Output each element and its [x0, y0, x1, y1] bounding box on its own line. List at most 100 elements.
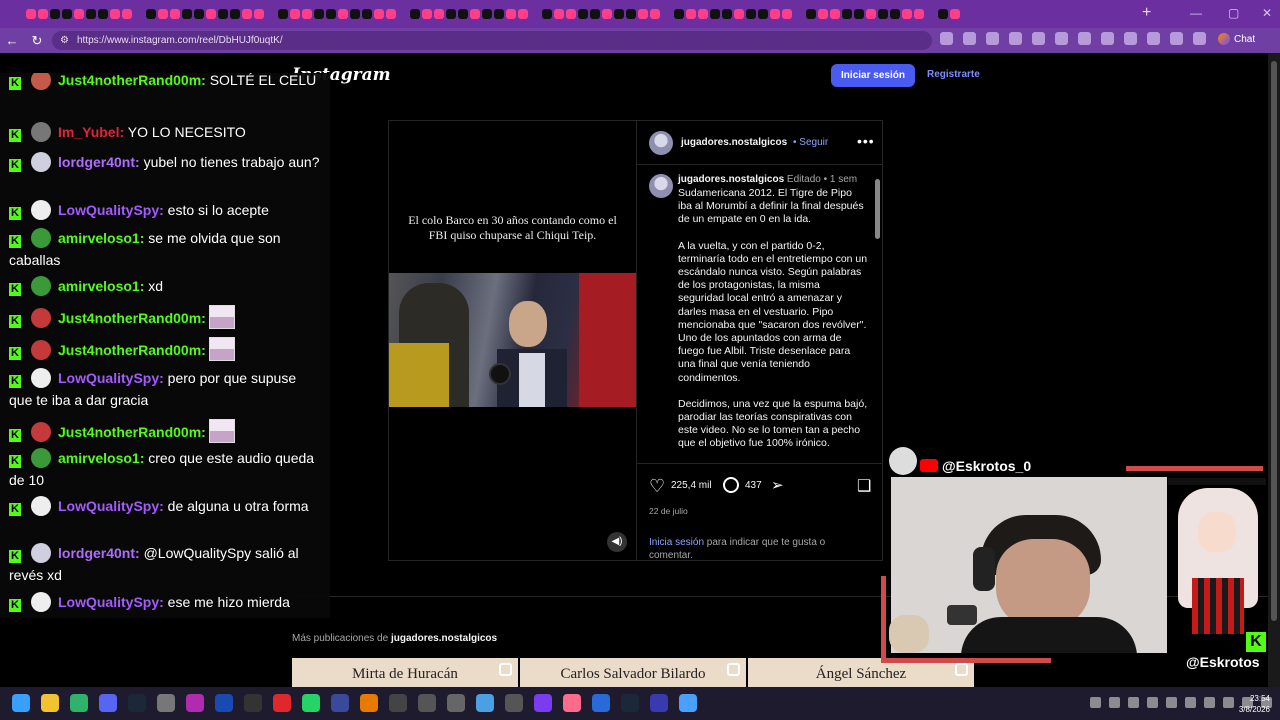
tab-favicon-icon[interactable]	[338, 9, 348, 19]
tab-favicon-icon[interactable]	[290, 9, 300, 19]
chat-username[interactable]: LowQualitySpy:	[58, 594, 164, 610]
tab-favicon-icon[interactable]	[122, 9, 132, 19]
taskbar-app-icon[interactable]	[331, 694, 349, 712]
favorites-icon[interactable]	[1101, 32, 1114, 45]
tab-favicon-icon[interactable]	[878, 9, 888, 19]
tab-favicon-icon[interactable]	[194, 9, 204, 19]
tab-favicon-icon[interactable]	[890, 9, 900, 19]
tab-favicon-icon[interactable]	[614, 9, 624, 19]
tab-favicon-icon[interactable]	[302, 9, 312, 19]
copilot-chat-button[interactable]: Chat	[1218, 33, 1255, 45]
tray-app-icon[interactable]	[1147, 697, 1158, 708]
taskbar-app-icon[interactable]	[447, 694, 465, 712]
tab-favicon-icon[interactable]	[50, 9, 60, 19]
tab-favicon-icon[interactable]	[182, 9, 192, 19]
chat-username[interactable]: lordger40nt:	[58, 154, 140, 170]
tab-favicon-icon[interactable]	[146, 9, 156, 19]
taskbar-app-icon[interactable]	[99, 694, 117, 712]
taskbar-app-icon[interactable]	[273, 694, 291, 712]
author-name[interactable]: jugadores.nostalgicos	[681, 137, 787, 148]
chat-username[interactable]: amirveloso1:	[58, 450, 144, 466]
taskbar-app-icon[interactable]	[244, 694, 262, 712]
tab-favicon-icon[interactable]	[590, 9, 600, 19]
chat-username[interactable]: LowQualitySpy:	[58, 370, 164, 386]
tab-favicon-icon[interactable]	[902, 9, 912, 19]
extension-icon[interactable]	[1009, 32, 1022, 45]
taskbar-app-icon[interactable]	[650, 694, 668, 712]
profile-avatar[interactable]	[1170, 32, 1183, 45]
tab-favicon-icon[interactable]	[374, 9, 384, 19]
post-thumbnail[interactable]: Carlos Salvador Bilardo	[520, 658, 746, 687]
tab-favicon-icon[interactable]	[350, 9, 360, 19]
tab-favicon-icon[interactable]	[482, 9, 492, 19]
tab-favicon-icon[interactable]	[446, 9, 456, 19]
caption-author[interactable]: jugadores.nostalgicos	[678, 174, 784, 185]
tab-favicon-icon[interactable]	[326, 9, 336, 19]
tab-favicon-icon[interactable]	[926, 9, 936, 19]
tab-favicon-icon[interactable]	[806, 9, 816, 19]
taskbar-app-icon[interactable]	[41, 694, 59, 712]
tab-favicon-icon[interactable]	[314, 9, 324, 19]
tab-favicon-icon[interactable]	[854, 9, 864, 19]
taskbar-app-icon[interactable]	[534, 694, 552, 712]
chat-username[interactable]: LowQualitySpy:	[58, 498, 164, 514]
tab-favicon-icon[interactable]	[506, 9, 516, 19]
caption-author-avatar[interactable]	[649, 174, 673, 198]
back-icon[interactable]: ←	[0, 33, 24, 48]
tab-favicon-icon[interactable]	[866, 9, 876, 19]
zoom-icon[interactable]	[963, 32, 976, 45]
taskbar-app-icon[interactable]	[215, 694, 233, 712]
tab-favicon-icon[interactable]	[470, 9, 480, 19]
chat-username[interactable]: Just4notherRand00m:	[58, 73, 206, 88]
tab-favicon-icon[interactable]	[134, 9, 144, 19]
taskbar-app-icon[interactable]	[563, 694, 581, 712]
tab-favicon-icon[interactable]	[722, 9, 732, 19]
chat-username[interactable]: Just4notherRand00m:	[58, 424, 206, 440]
tab-favicon-icon[interactable]	[602, 9, 612, 19]
more-posts-author[interactable]: jugadores.nostalgicos	[391, 633, 497, 644]
chat-username[interactable]: Just4notherRand00m:	[58, 342, 206, 358]
taskbar-app-icon[interactable]	[157, 694, 175, 712]
tab-favicon-icon[interactable]	[686, 9, 696, 19]
chat-username[interactable]: amirveloso1:	[58, 278, 144, 294]
tab-favicon-icon[interactable]	[62, 9, 72, 19]
tab-favicon-icon[interactable]	[398, 9, 408, 19]
tab-favicon-icon[interactable]	[206, 9, 216, 19]
tab-favicon-icon[interactable]	[518, 9, 528, 19]
taskbar-app-icon[interactable]	[592, 694, 610, 712]
tab-favicon-icon[interactable]	[734, 9, 744, 19]
tab-favicon-icon[interactable]	[158, 9, 168, 19]
tab-favicon-icon[interactable]	[638, 9, 648, 19]
volume-icon[interactable]: ◀)	[607, 532, 627, 552]
reload-icon[interactable]: ↻	[25, 33, 49, 49]
tab-favicon-icon[interactable]	[554, 9, 564, 19]
bookmark-icon[interactable]: ❑	[857, 476, 871, 496]
tab-favicon-icon[interactable]	[98, 9, 108, 19]
tab-favicon-icon[interactable]	[254, 9, 264, 19]
tab-favicon-icon[interactable]	[698, 9, 708, 19]
tab-favicon-icon[interactable]	[746, 9, 756, 19]
taskbar-app-icon[interactable]	[476, 694, 494, 712]
tab-favicon-icon[interactable]	[782, 9, 792, 19]
chat-username[interactable]: lordger40nt:	[58, 545, 140, 561]
tab-favicon-icon[interactable]	[662, 9, 672, 19]
follow-button[interactable]: • Seguir	[793, 137, 828, 148]
tray-chevron-icon[interactable]	[1090, 697, 1101, 708]
heart-icon[interactable]	[1147, 32, 1160, 45]
reel-video[interactable]: El colo Barco en 30 años contando como e…	[389, 121, 636, 560]
tab-favicon-icon[interactable]	[494, 9, 504, 19]
taskbar-app-icon[interactable]	[360, 694, 378, 712]
tab-favicon-icon[interactable]	[542, 9, 552, 19]
tab-favicon-icon[interactable]	[26, 9, 36, 19]
tab-favicon-icon[interactable]	[566, 9, 576, 19]
tab-favicon-icon[interactable]	[218, 9, 228, 19]
tab-favicon-icon[interactable]	[458, 9, 468, 19]
tab-favicon-icon[interactable]	[914, 9, 924, 19]
more-menu-icon[interactable]	[1193, 32, 1206, 45]
taskbar-app-icon[interactable]	[505, 694, 523, 712]
minimize-icon[interactable]: —	[1190, 6, 1202, 20]
new-tab-button[interactable]: +	[1142, 4, 1151, 22]
reader-icon[interactable]	[940, 32, 953, 45]
tab-favicon-icon[interactable]	[266, 9, 276, 19]
tab-favicon-icon[interactable]	[830, 9, 840, 19]
